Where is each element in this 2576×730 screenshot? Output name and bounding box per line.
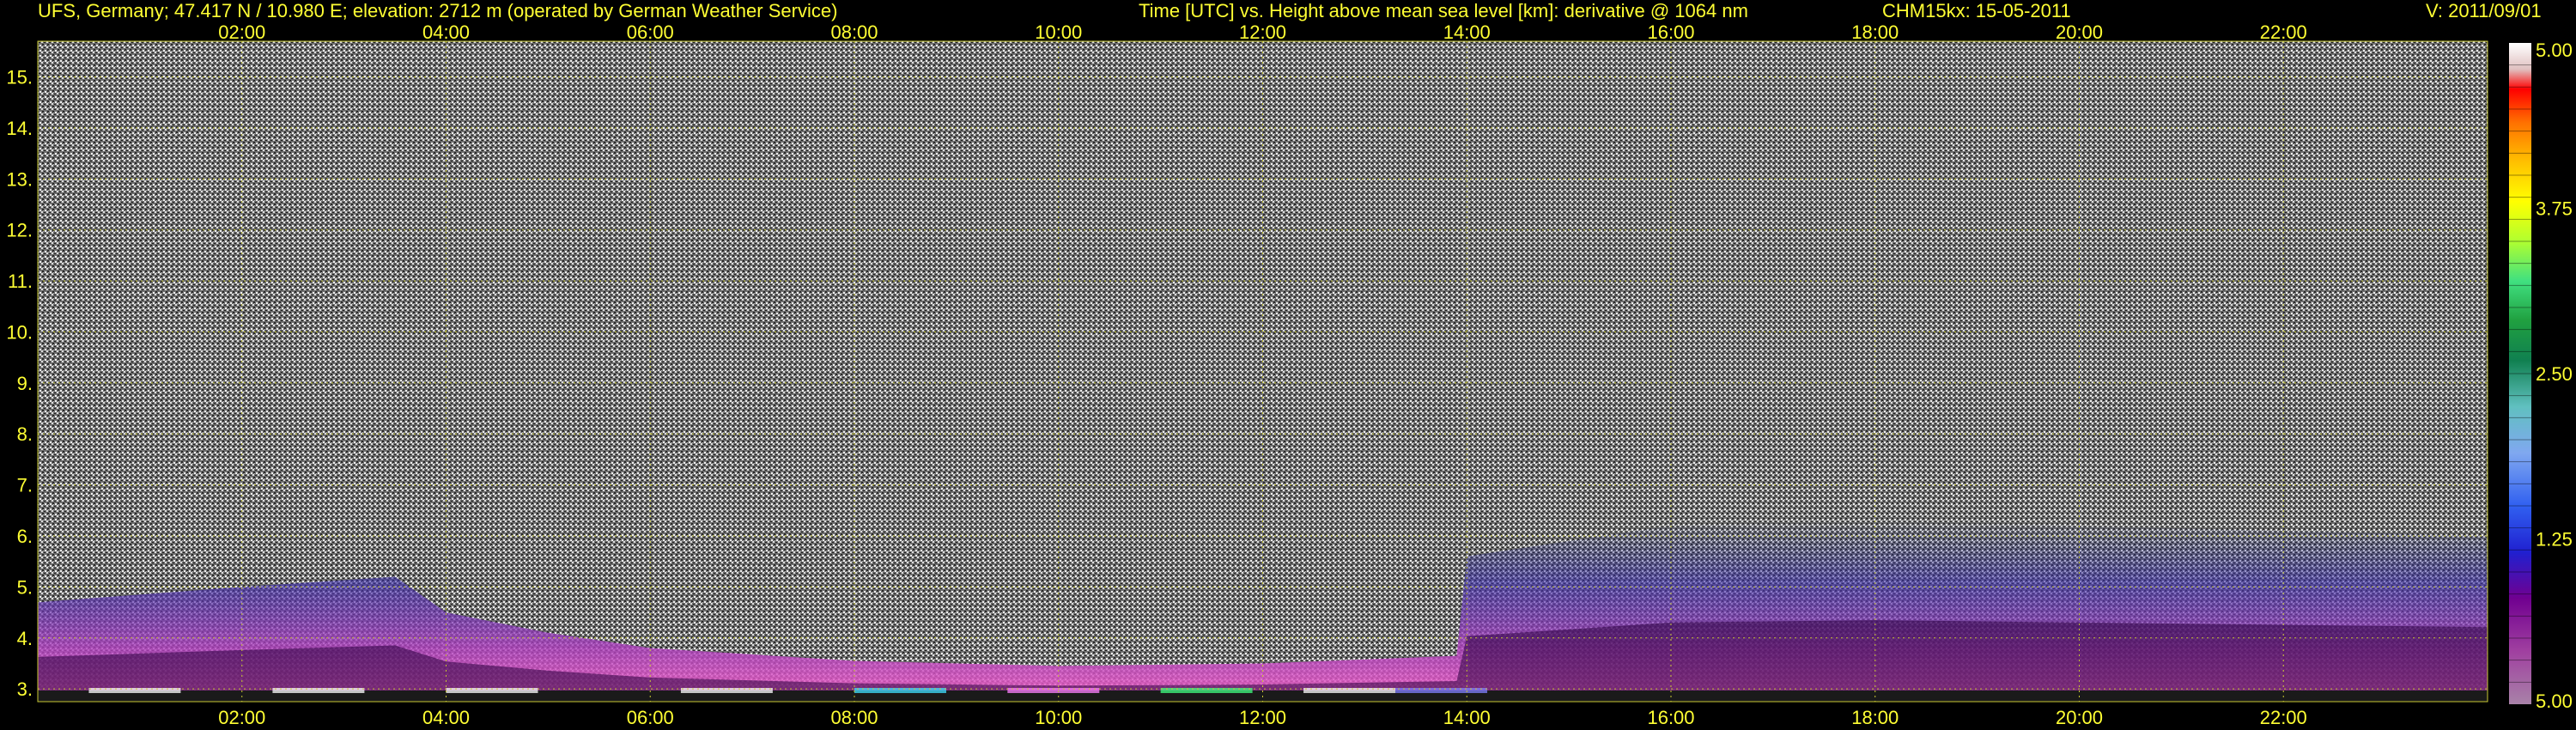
x-tick-top-0: 02:00 [218,21,265,43]
x-tick-bottom-6: 14:00 [1443,707,1491,728]
x-tick-bottom-8: 18:00 [1851,707,1899,728]
colorbar-tick-0: 5.00 [2536,40,2573,61]
x-tick-bottom-5: 12:00 [1239,707,1286,728]
colorbar-tick-3: 1.25 [2536,529,2573,551]
y-tick-2: 5. [17,576,33,598]
colorbar: 5.00 3.75 2.50 1.25 5.00 [2509,40,2573,712]
y-tick-4: 7. [17,475,33,496]
y-axis: 3. 4. 5. 6. 7. 8. 9. 10. 11. 12. 13. 14. 15. [6,67,33,701]
y-tick-1: 4. [17,628,33,649]
x-tick-bottom-2: 06:00 [627,707,674,728]
x-tick-bottom-10: 22:00 [2260,707,2307,728]
x-tick-bottom-7: 16:00 [1647,707,1694,728]
y-tick-12: 15. [6,67,33,88]
x-tick-top-9: 20:00 [2056,21,2103,43]
x-tick-bottom-9: 20:00 [2056,707,2103,728]
y-tick-9: 12. [6,220,33,241]
y-tick-8: 11. [8,271,33,292]
x-tick-top-10: 22:00 [2260,21,2307,43]
y-tick-7: 10. [6,321,33,343]
x-tick-bottom-4: 10:00 [1035,707,1082,728]
ground-echo-3 [680,688,773,693]
x-tick-top-8: 18:00 [1851,21,1899,43]
x-axis-bottom: 02:00 04:00 06:00 08:00 10:00 12:00 14:00 16:00… [218,707,2307,728]
y-tick-10: 13. [6,168,33,190]
x-tick-top-5: 12:00 [1239,21,1286,43]
colorbar-tick-4: 5.00 [2536,690,2573,712]
x-tick-top-4: 10:00 [1035,21,1082,43]
colorbar-tick-2: 2.50 [2536,363,2573,385]
y-tick-0: 3. [17,678,33,700]
x-tick-bottom-0: 02:00 [218,707,265,728]
y-tick-11: 14. [6,118,33,139]
y-tick-5: 8. [17,423,33,445]
x-tick-top-3: 08:00 [830,21,878,43]
x-axis-top: 02:00 04:00 06:00 08:00 10:00 12:00 14:00 16:00… [218,21,2307,43]
y-tick-6: 9. [17,373,33,394]
ground-echo-7 [1303,688,1396,693]
y-tick-3: 6. [17,526,33,547]
x-tick-bottom-3: 08:00 [830,707,878,728]
plot-area [37,40,2488,703]
x-tick-bottom-1: 04:00 [422,707,470,728]
colorbar-tick-1: 3.75 [2536,198,2573,220]
x-tick-top-2: 06:00 [627,21,674,43]
x-tick-top-6: 14:00 [1443,21,1491,43]
x-tick-top-1: 04:00 [422,21,470,43]
ceilometer-chart: 02:00 04:00 06:00 08:00 10:00 12:00 14:00 16:00… [6,21,2573,728]
x-tick-top-7: 16:00 [1647,21,1694,43]
